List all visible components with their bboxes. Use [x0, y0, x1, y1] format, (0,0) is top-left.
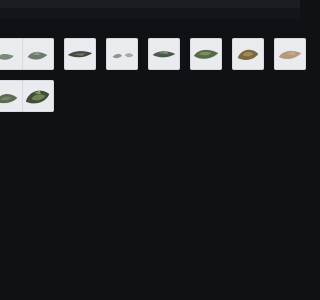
gallery-thumbnail[interactable] — [148, 38, 180, 70]
gallery-thumbnail[interactable] — [22, 80, 54, 112]
plant-specimen-icon — [233, 39, 263, 69]
gallery-thumbnail[interactable] — [106, 38, 138, 70]
thumbnail-gallery — [0, 38, 306, 118]
gallery-thumbnail[interactable] — [22, 38, 54, 70]
plant-specimen-icon — [23, 81, 53, 111]
plant-specimen-icon — [65, 39, 95, 69]
gallery-thumbnail[interactable] — [0, 80, 24, 112]
gallery-thumbnail[interactable] — [0, 38, 24, 70]
secondary-toolbar — [0, 8, 300, 19]
plant-specimen-icon — [149, 39, 179, 69]
plant-specimen-icon — [0, 39, 23, 69]
top-toolbar — [0, 0, 300, 8]
plant-specimen-icon — [23, 39, 53, 69]
plant-specimen-icon — [107, 39, 137, 69]
plant-specimen-icon — [191, 39, 221, 69]
gallery-thumbnail[interactable] — [64, 38, 96, 70]
gallery-thumbnail[interactable] — [232, 38, 264, 70]
plant-specimen-icon — [0, 81, 23, 111]
gallery-thumbnail[interactable] — [274, 38, 306, 70]
gallery-thumbnail[interactable] — [190, 38, 222, 70]
plant-specimen-icon — [275, 39, 305, 69]
